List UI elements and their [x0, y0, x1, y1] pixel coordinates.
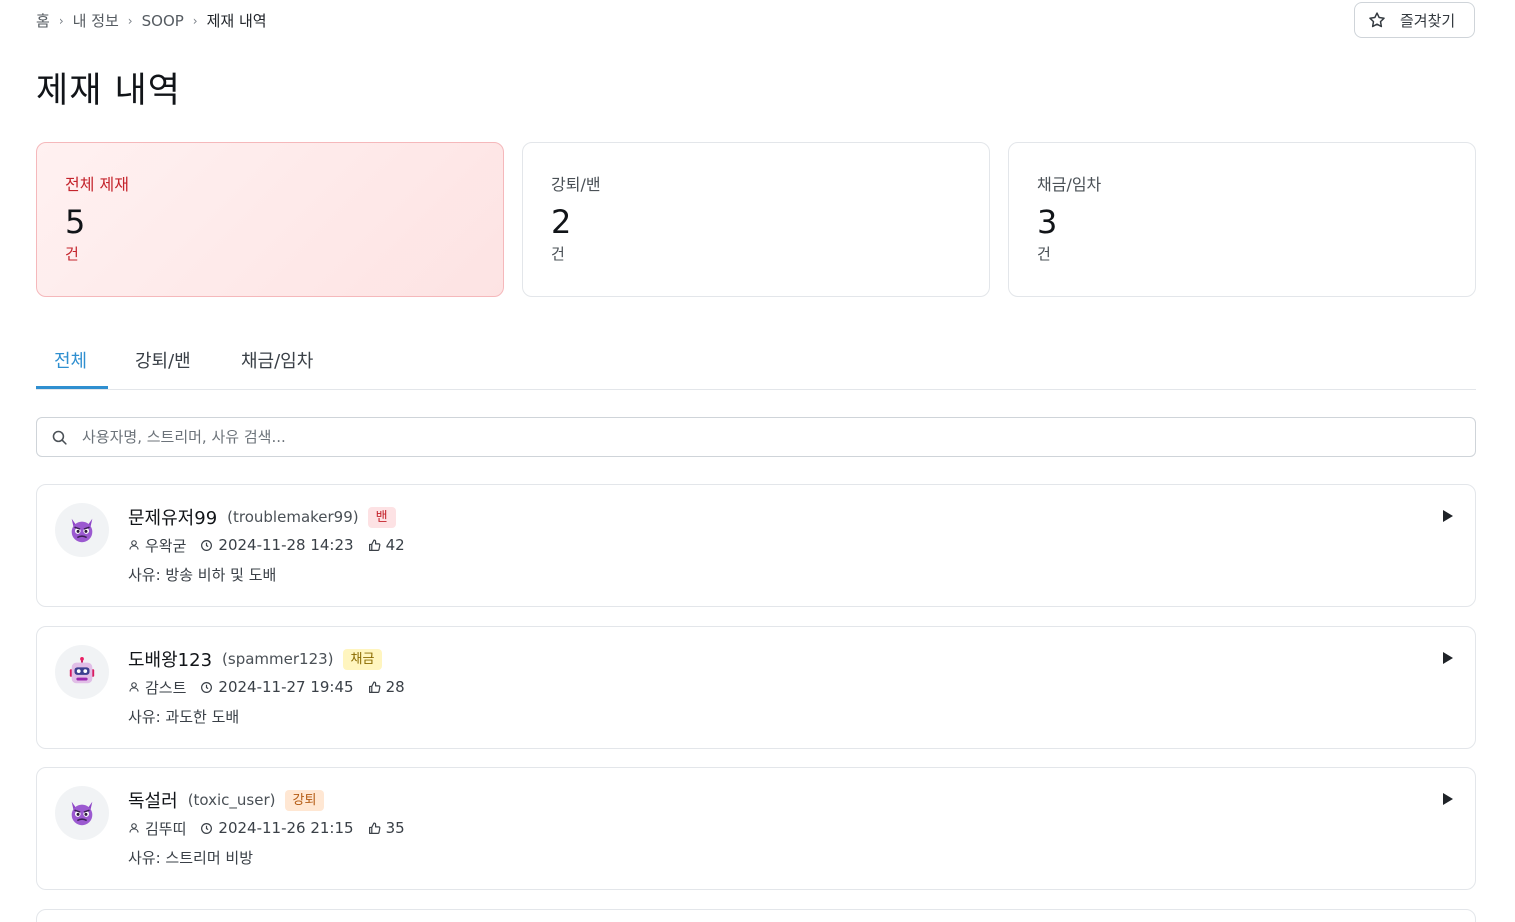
user-nickname: 독설러	[128, 791, 178, 812]
robot-face-icon	[69, 657, 95, 684]
breadcrumb-home[interactable]: 홈	[36, 10, 50, 31]
stat-card-total[interactable]: 전체 제재 5 건	[36, 142, 504, 297]
likes-count: 42	[385, 536, 405, 554]
active-tab-indicator	[36, 386, 108, 389]
sanction-datetime: 2024-11-28 14:23	[218, 536, 354, 554]
stats-row: 전체 제재 5 건 강퇴/밴 2 건 채금/임차 3 건	[36, 142, 1476, 297]
sanction-item[interactable]: 문제유저99 (troublemaker99) 밴 우왁굳 2024-11-28…	[36, 484, 1476, 607]
user-id: (spammer123)	[222, 650, 334, 668]
streamer-meta: 김뚜띠	[128, 818, 186, 839]
user-icon	[129, 540, 139, 550]
streamer-meta: 감스트	[128, 677, 186, 698]
sanction-body: 도배왕123 (spammer123) 채금 감스트 2024-11-27 19…	[128, 647, 419, 727]
expand-arrow-icon[interactable]	[1441, 651, 1455, 665]
sanction-reason: 사유: 방송 비하 및 도배	[128, 566, 277, 584]
stat-label: 강퇴/밴	[551, 175, 601, 194]
user-id: (toxic_user)	[187, 791, 276, 809]
sanction-datetime: 2024-11-27 19:45	[218, 678, 354, 696]
datetime-meta: 2024-11-26 21:15	[200, 819, 354, 837]
breadcrumb-current: 제재 내역	[206, 12, 267, 30]
tab-mute-temp[interactable]: 채금/임차	[241, 347, 313, 373]
stat-label: 전체 제재	[65, 175, 129, 194]
likes-meta: 42	[368, 536, 405, 554]
stat-value: 5	[65, 203, 86, 241]
likes-meta: 35	[368, 819, 405, 837]
favorite-button[interactable]: 즐겨찾기	[1354, 2, 1475, 38]
breadcrumb-separator: ›	[58, 13, 64, 28]
likes-count: 28	[385, 678, 405, 696]
stat-unit: 건	[1037, 245, 1051, 263]
sanction-badge: 채금	[342, 648, 383, 670]
likes-meta: 28	[368, 678, 405, 696]
thumbs-up-icon	[368, 821, 380, 834]
user-id: (troublemaker99)	[227, 508, 359, 526]
sanction-badge: 밴	[367, 506, 396, 528]
thumbs-up-icon	[368, 538, 380, 551]
search-input[interactable]	[82, 428, 1382, 446]
streamer-meta: 우왁굳	[128, 535, 186, 556]
tab-kick-ban[interactable]: 강퇴/밴	[135, 347, 191, 373]
search-bar	[36, 417, 1476, 457]
expand-arrow-icon[interactable]	[1441, 509, 1455, 523]
stat-unit: 건	[551, 245, 565, 263]
sanction-body: 문제유저99 (troublemaker99) 밴 우왁굳 2024-11-28…	[128, 505, 419, 585]
stat-value: 2	[551, 203, 572, 241]
user-nickname: 문제유저99	[128, 508, 218, 529]
sanction-reason: 사유: 과도한 도배	[128, 708, 240, 726]
streamer-name: 우왁굳	[145, 536, 187, 555]
sanction-item[interactable]: 독설러 (toxic_user) 강퇴 김뚜띠 2024-11-26 21:15…	[36, 767, 1476, 890]
user-nickname: 도배왕123	[128, 650, 213, 671]
top-bar: 홈 › 내 정보 › SOOP › 제재 내역 즐겨찾기	[36, 0, 1475, 40]
datetime-meta: 2024-11-28 14:23	[200, 536, 354, 554]
expand-arrow-icon[interactable]	[1441, 792, 1455, 806]
user-icon	[129, 823, 139, 833]
thumbs-up-icon	[368, 680, 380, 693]
user-icon	[129, 682, 139, 692]
clock-icon	[201, 681, 213, 693]
star-outline-icon	[1369, 12, 1385, 28]
stat-card-kick-ban[interactable]: 강퇴/밴 2 건	[522, 142, 990, 297]
breadcrumb-my-info[interactable]: 내 정보	[73, 10, 119, 31]
sanction-reason: 사유: 스트리머 비방	[128, 849, 253, 867]
favorite-button-label: 즐겨찾기	[1400, 12, 1456, 30]
search-icon	[52, 430, 67, 445]
datetime-meta: 2024-11-27 19:45	[200, 678, 354, 696]
tab-all[interactable]: 전체	[54, 347, 87, 373]
devil-face-icon	[71, 801, 93, 826]
breadcrumb-soop[interactable]: SOOP	[142, 12, 184, 30]
stat-unit: 건	[65, 245, 79, 263]
streamer-name: 감스트	[145, 678, 187, 697]
likes-count: 35	[385, 819, 405, 837]
user-avatar	[55, 786, 109, 840]
page-title: 제재 내역	[36, 71, 181, 111]
sanction-datetime: 2024-11-26 21:15	[218, 819, 354, 837]
breadcrumb-separator: ›	[127, 13, 133, 28]
breadcrumb-separator: ›	[192, 13, 198, 28]
clock-icon	[201, 539, 213, 551]
streamer-name: 김뚜띠	[145, 819, 187, 838]
sanction-item-partial[interactable]	[36, 909, 1476, 922]
sanction-body: 독설러 (toxic_user) 강퇴 김뚜띠 2024-11-26 21:15…	[128, 788, 419, 868]
user-avatar	[55, 503, 109, 557]
devil-face-icon	[71, 518, 93, 543]
user-avatar	[55, 645, 109, 699]
clock-icon	[201, 822, 213, 834]
filter-tabs: 전체 강퇴/밴 채금/임차	[36, 330, 1476, 390]
sanction-badge: 강퇴	[284, 789, 325, 811]
sanction-item[interactable]: 도배왕123 (spammer123) 채금 감스트 2024-11-27 19…	[36, 626, 1476, 749]
stat-value: 3	[1037, 203, 1058, 241]
stat-label: 채금/임차	[1037, 175, 1102, 194]
stat-card-mute-temp[interactable]: 채금/임차 3 건	[1008, 142, 1476, 297]
breadcrumb: 홈 › 내 정보 › SOOP › 제재 내역	[36, 10, 267, 31]
